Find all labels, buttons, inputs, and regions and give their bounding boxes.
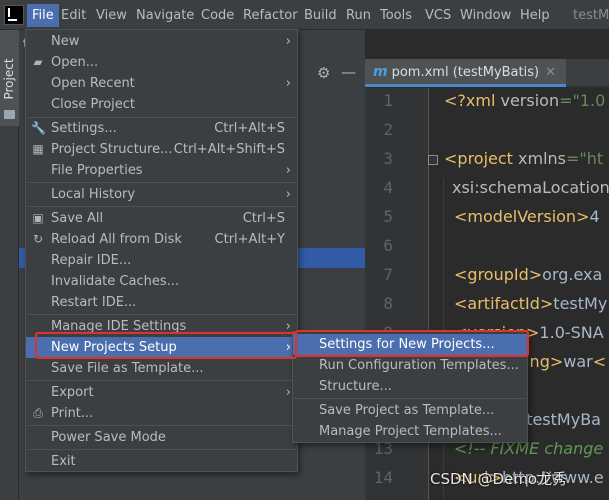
close-icon[interactable]: ✕ xyxy=(545,65,556,80)
menu-item-export[interactable]: Export › xyxy=(26,382,297,403)
maven-icon: m xyxy=(373,64,388,80)
menu-item-print[interactable]: ⎙ Print... xyxy=(26,403,297,424)
file-menu-dropdown: New › ▰ Open... Open Recent › Close Project… xyxy=(25,29,298,472)
line-number: 7 xyxy=(383,265,393,284)
menu-item-power-save-mode[interactable]: Power Save Mode xyxy=(26,427,297,448)
reload-icon: ↻ xyxy=(32,232,44,246)
highlight-frame-settings-for-new-projects xyxy=(295,330,529,357)
minimize-icon[interactable]: — xyxy=(341,63,356,81)
chevron-right-icon: › xyxy=(285,76,291,91)
code-line: <modelVersion>4 xyxy=(454,207,600,226)
submenu-item-run-configuration-templates[interactable]: Run Configuration Templates... xyxy=(293,355,527,376)
menu-item-file-properties[interactable]: File Properties › xyxy=(26,160,297,181)
menu-item-settings[interactable]: 🔧 Settings... Ctrl+Alt+S xyxy=(26,118,297,139)
menu-code[interactable]: Code xyxy=(196,4,239,27)
save-icon: ▣ xyxy=(32,211,44,225)
line-number: 2 xyxy=(383,120,393,139)
line-number: 1 xyxy=(383,91,393,110)
printer-icon: ⎙ xyxy=(33,406,43,420)
menu-help[interactable]: Help xyxy=(515,4,555,27)
menu-vcs[interactable]: VCS xyxy=(420,4,456,27)
menu-item-invalidate-caches[interactable]: Invalidate Caches... xyxy=(26,271,297,292)
chevron-right-icon: › xyxy=(285,385,291,400)
project-tab-label: Project xyxy=(2,58,16,100)
code-line: <groupId>org.exa xyxy=(454,265,603,284)
menu-item-open-recent[interactable]: Open Recent › xyxy=(26,73,297,94)
code-line: <?xml version="1.0 xyxy=(444,91,606,110)
menu-separator xyxy=(27,425,296,426)
menu-separator xyxy=(27,380,296,381)
menu-item-reload-all[interactable]: ↻ Reload All from Disk Ctrl+Alt+Y xyxy=(26,229,297,250)
menu-item-local-history[interactable]: Local History › xyxy=(26,184,297,205)
menu-run[interactable]: Run xyxy=(341,4,376,27)
menu-separator xyxy=(27,182,296,183)
submenu-item-manage-project-templates[interactable]: Manage Project Templates... xyxy=(293,421,527,442)
menu-item-project-structure[interactable]: ▦ Project Structure... Ctrl+Alt+Shift+S xyxy=(26,139,297,160)
menu-separator xyxy=(294,398,526,399)
window-title: testM xyxy=(573,8,609,23)
menu-item-new[interactable]: New › xyxy=(26,31,297,52)
menu-item-repair-ide[interactable]: Repair IDE... xyxy=(26,250,297,271)
menu-separator xyxy=(27,314,296,315)
menu-bar: File Edit View Navigate Code Refactor Bu… xyxy=(0,0,609,30)
watermark: CSDN @Demo龙秀 xyxy=(430,470,568,488)
line-number: 14 xyxy=(373,468,393,487)
submenu-item-structure[interactable]: Structure... xyxy=(293,376,527,397)
wrench-icon: 🔧 xyxy=(31,121,46,135)
menu-window[interactable]: Window xyxy=(455,4,516,27)
gear-icon[interactable]: ⚙ xyxy=(317,64,330,82)
menu-item-open[interactable]: ▰ Open... xyxy=(26,52,297,73)
line-number: 5 xyxy=(383,207,393,226)
editor-tab-label: pom.xml (testMyBatis) xyxy=(391,65,540,80)
line-number: 3 xyxy=(383,149,393,168)
folder-icon xyxy=(4,110,15,119)
code-line: <project xmlns="ht xyxy=(444,149,604,168)
editor-tab-pom[interactable]: m pom.xml (testMyBatis) ✕ xyxy=(365,59,566,87)
menu-separator xyxy=(27,449,296,450)
submenu-item-save-project-as-template[interactable]: Save Project as Template... xyxy=(293,400,527,421)
project-structure-icon: ▦ xyxy=(32,142,44,156)
intellij-logo-icon xyxy=(4,5,24,25)
menu-item-save-all[interactable]: ▣ Save All Ctrl+S xyxy=(26,208,297,229)
menu-file[interactable]: File xyxy=(27,4,59,27)
project-tool-tab[interactable]: Project xyxy=(0,30,19,126)
menu-tools[interactable]: Tools xyxy=(375,4,417,27)
menu-refactor[interactable]: Refactor xyxy=(238,4,303,27)
editor-tab-bar: m pom.xml (testMyBatis) ✕ xyxy=(365,59,609,87)
chevron-right-icon: › xyxy=(285,34,291,49)
code-line: <artifactId>testMy xyxy=(454,294,608,313)
highlight-frame-new-projects-setup xyxy=(35,332,297,359)
menu-item-close-project[interactable]: Close Project xyxy=(26,94,297,115)
line-number: 4 xyxy=(383,178,393,197)
line-number: 8 xyxy=(383,294,393,313)
menu-edit[interactable]: Edit xyxy=(56,4,91,27)
chevron-right-icon: › xyxy=(285,163,291,178)
folder-open-icon: ▰ xyxy=(33,55,43,69)
menu-navigate[interactable]: Navigate xyxy=(131,4,199,27)
menu-item-exit[interactable]: Exit xyxy=(26,451,297,472)
menu-item-save-file-as-template[interactable]: Save File as Template... xyxy=(26,358,297,379)
chevron-right-icon: › xyxy=(285,187,291,202)
menu-item-restart-ide[interactable]: Restart IDE... xyxy=(26,292,297,313)
menu-view[interactable]: View xyxy=(91,4,132,27)
line-number: 6 xyxy=(383,236,393,255)
menu-separator xyxy=(27,206,296,207)
code-line: xsi:schemaLocation xyxy=(452,178,609,197)
menu-build[interactable]: Build xyxy=(299,4,342,27)
